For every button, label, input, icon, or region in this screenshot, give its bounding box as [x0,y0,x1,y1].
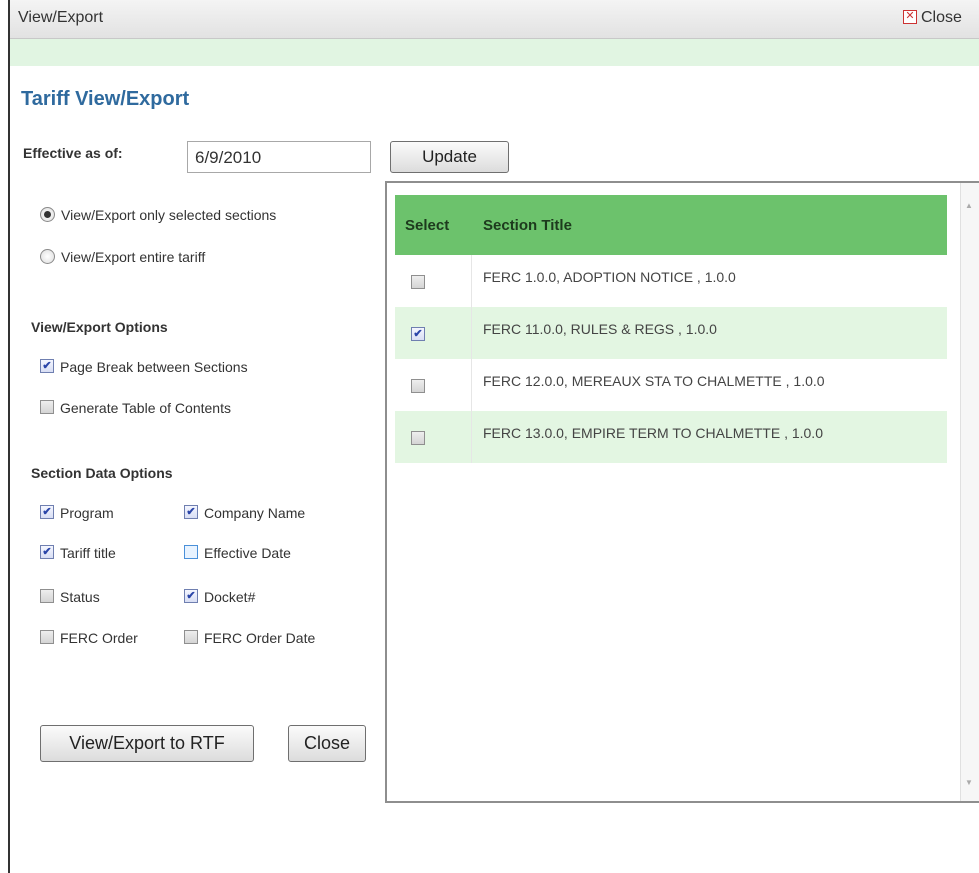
x-box-icon[interactable]: ✕ [903,10,917,24]
page-break-label: Page Break between Sections [60,359,248,375]
program-label: Program [60,505,114,521]
docket-option[interactable]: ✔ Docket# [184,589,255,605]
radio-entire-icon[interactable] [40,248,55,264]
radio-entire-tariff[interactable]: View/Export entire tariff [40,248,206,266]
row-select-checkbox[interactable] [411,275,425,289]
page-title: Tariff View/Export [21,88,190,110]
column-header-section-title: Section Title [483,217,572,234]
toc-checkbox[interactable] [40,400,54,415]
tariff-title-checkbox[interactable]: ✔ [40,545,54,560]
table-scrollbar[interactable]: ▲ ▼ [960,183,979,801]
update-button[interactable]: Update [390,141,509,173]
column-header-select: Select [405,217,450,234]
row-select-checkbox[interactable] [411,431,425,445]
table-row: FERC 13.0.0, EMPIRE TERM TO CHALMETTE , … [395,411,947,463]
toc-label: Generate Table of Contents [60,400,231,416]
ferc-order-label: FERC Order [60,630,138,646]
effective-date-label: Effective as of: [23,145,123,161]
scroll-down-icon[interactable]: ▼ [965,778,973,787]
row-select-checkbox[interactable] [411,379,425,393]
scroll-up-icon[interactable]: ▲ [965,201,973,210]
program-option[interactable]: ✔ Program [40,505,114,521]
effective-date-checkbox[interactable] [184,545,198,560]
row-section-title: FERC 11.0.0, RULES & REGS , 1.0.0 [483,321,717,337]
docket-label: Docket# [204,589,256,605]
row-section-title: FERC 1.0.0, ADOPTION NOTICE , 1.0.0 [483,269,736,285]
radio-entire-label: View/Export entire tariff [61,249,206,265]
dialog-title: View/Export [18,9,104,26]
company-name-checkbox[interactable]: ✔ [184,505,198,520]
company-name-option[interactable]: ✔ Company Name [184,505,305,521]
toc-option[interactable]: Generate Table of Contents [40,400,231,416]
ferc-order-option[interactable]: FERC Order [40,630,138,646]
column-divider [471,307,472,359]
tariff-title-label: Tariff title [60,545,116,561]
sections-table: Select Section Title FERC 1.0.0, ADOPTIO… [385,181,979,803]
table-row: ✔ FERC 11.0.0, RULES & REGS , 1.0.0 [395,307,947,359]
status-label: Status [60,589,100,605]
status-option[interactable]: Status [40,589,100,605]
view-export-dialog: View/Export ✕ Close Tariff View/Export E… [8,0,979,873]
data-options-heading: Section Data Options [31,465,173,481]
tariff-title-option[interactable]: ✔ Tariff title [40,545,116,561]
effective-date-option-label: Effective Date [204,545,291,561]
close-button[interactable]: Close [288,725,366,762]
column-divider [471,255,472,307]
page-break-option[interactable]: ✔ Page Break between Sections [40,359,248,375]
row-section-title: FERC 12.0.0, MEREAUX STA TO CHALMETTE , … [483,373,825,389]
ferc-order-date-option[interactable]: FERC Order Date [184,630,315,646]
effective-date-option[interactable]: Effective Date [184,545,291,561]
row-select-checkbox[interactable]: ✔ [411,327,425,341]
table-header: Select Section Title [395,195,947,255]
column-divider [471,411,472,463]
dialog-close-link[interactable]: Close [921,9,962,27]
radio-selected-label: View/Export only selected sections [61,207,277,223]
status-banner [10,39,979,66]
radio-selected-sections[interactable]: View/Export only selected sections [40,206,277,224]
radio-selected-icon[interactable] [40,206,55,222]
dialog-titlebar: View/Export ✕ Close [10,0,979,39]
effective-date-input[interactable]: 6/9/2010 [187,141,371,173]
ferc-order-date-label: FERC Order Date [204,630,316,646]
status-checkbox[interactable] [40,589,54,604]
column-divider [471,359,472,411]
view-options-heading: View/Export Options [31,319,168,335]
table-row: FERC 12.0.0, MEREAUX STA TO CHALMETTE , … [395,359,947,411]
company-name-label: Company Name [204,505,306,521]
table-row: FERC 1.0.0, ADOPTION NOTICE , 1.0.0 [395,255,947,307]
ferc-order-date-checkbox[interactable] [184,630,198,645]
ferc-order-checkbox[interactable] [40,630,54,645]
page-break-checkbox[interactable]: ✔ [40,359,54,374]
program-checkbox[interactable]: ✔ [40,505,54,520]
docket-checkbox[interactable]: ✔ [184,589,198,604]
row-section-title: FERC 13.0.0, EMPIRE TERM TO CHALMETTE , … [483,425,823,441]
export-rtf-button[interactable]: View/Export to RTF [40,725,254,762]
